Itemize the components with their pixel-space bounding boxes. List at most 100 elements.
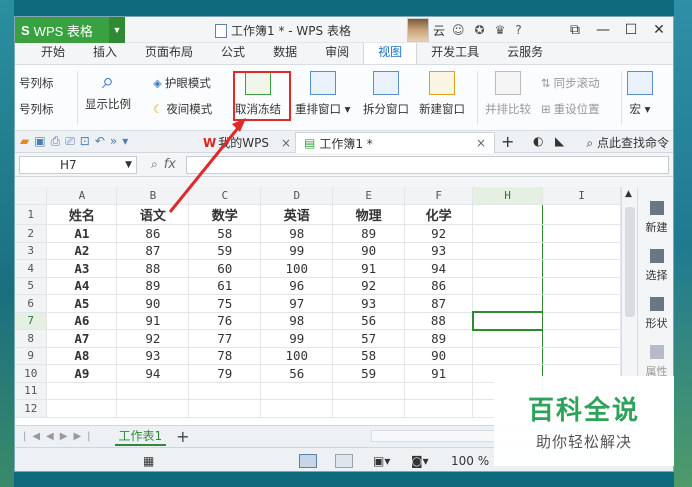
data-cell[interactable]: 87	[116, 242, 190, 260]
empty-cell[interactable]	[542, 259, 621, 278]
tab-page-layout[interactable]: 页面布局	[131, 40, 207, 64]
empty-cell[interactable]	[472, 277, 544, 295]
data-cell[interactable]: 88	[404, 312, 474, 330]
data-cell[interactable]	[260, 382, 334, 400]
close-icon[interactable]: ×	[281, 136, 291, 150]
column-header[interactable]: A	[46, 187, 118, 205]
tab-developer[interactable]: 开发工具	[417, 40, 493, 64]
split-window-button[interactable]: 拆分窗口	[363, 65, 409, 117]
empty-cell[interactable]	[542, 277, 621, 295]
empty-cell[interactable]	[472, 242, 544, 260]
empty-cell[interactable]	[542, 204, 621, 225]
shirt-icon[interactable]: ♛	[495, 23, 506, 37]
data-cell[interactable]: 99	[260, 242, 334, 260]
data-cell[interactable]: 61	[188, 277, 262, 295]
night-mode-button[interactable]: ☾ 夜间模式	[153, 99, 212, 119]
close-icon[interactable]: ×	[476, 136, 486, 150]
data-cell[interactable]	[116, 382, 190, 400]
share-icon[interactable]: ◣	[555, 134, 564, 148]
print-icon[interactable]: ⎚	[65, 134, 75, 149]
row-header[interactable]: 11	[15, 382, 48, 400]
empty-cell[interactable]	[472, 294, 544, 313]
tab-formulas[interactable]: 公式	[207, 40, 259, 64]
chevron-down-icon[interactable]: ▼	[125, 157, 132, 173]
empty-cell[interactable]	[472, 204, 544, 225]
tab-data[interactable]: 数据	[259, 40, 311, 64]
tab-insert[interactable]: 插入	[79, 40, 131, 64]
data-cell[interactable]: A6	[46, 312, 118, 330]
data-cell[interactable]	[46, 382, 118, 400]
empty-cell[interactable]	[472, 224, 544, 243]
side-by-side-button[interactable]: 并排比较	[485, 65, 531, 117]
header-cell[interactable]: 物理	[332, 204, 406, 225]
empty-cell[interactable]	[472, 259, 544, 278]
data-cell[interactable]: A9	[46, 364, 118, 383]
close-icon[interactable]: ✕	[645, 22, 673, 38]
column-header[interactable]: E	[332, 187, 406, 205]
data-cell[interactable]: 100	[260, 259, 334, 278]
data-cell[interactable]: 93	[332, 294, 406, 313]
data-cell[interactable]: 59	[188, 242, 262, 260]
chevron-down-icon[interactable]: ▼	[109, 17, 125, 43]
formula-input[interactable]	[186, 155, 669, 174]
data-cell[interactable]: 86	[116, 224, 190, 243]
taskpane-new[interactable]: 新建	[638, 201, 673, 235]
fx-icon[interactable]: fx	[164, 157, 176, 172]
name-box[interactable]: H7 ▼	[19, 155, 137, 174]
data-cell[interactable]: A8	[46, 347, 118, 365]
data-cell[interactable]: 94	[404, 259, 474, 278]
minimize-icon[interactable]: —	[589, 22, 617, 38]
data-cell[interactable]	[332, 399, 406, 418]
data-cell[interactable]: 92	[332, 277, 406, 295]
data-cell[interactable]	[332, 382, 406, 400]
macro-button[interactable]: 宏 ▾	[627, 65, 653, 117]
undo-icon[interactable]: ↶	[95, 134, 105, 149]
data-cell[interactable]: 59	[332, 364, 406, 383]
eye-care-icon[interactable]: ◙▾	[411, 454, 429, 468]
taskpane-select[interactable]: 选择	[638, 249, 673, 283]
row-header[interactable]: 10	[15, 364, 48, 383]
row-header[interactable]: 4	[15, 259, 48, 278]
data-cell[interactable]: 93	[404, 242, 474, 260]
row-header[interactable]: 9	[15, 347, 48, 365]
data-cell[interactable]: 77	[188, 329, 262, 348]
display-ratio-button[interactable]: ⌕ 显示比例	[85, 65, 131, 112]
data-cell[interactable]: 91	[404, 364, 474, 383]
row-header[interactable]: 12	[15, 399, 48, 418]
data-cell[interactable]: 98	[260, 224, 334, 243]
data-cell[interactable]	[46, 399, 118, 418]
data-cell[interactable]: 89	[332, 224, 406, 243]
column-header[interactable]: C	[188, 187, 262, 205]
row-header[interactable]: 3	[15, 242, 48, 260]
data-cell[interactable]	[116, 399, 190, 418]
macro-record-icon[interactable]: ▦	[143, 454, 154, 468]
tab-cloud[interactable]: 云服务	[493, 40, 557, 64]
tab-home[interactable]: 开始	[27, 40, 79, 64]
sheet-tab-1[interactable]: 工作表1	[114, 427, 167, 446]
sheet-nav-icons[interactable]: |◀◀▶▶|	[23, 431, 97, 442]
row-header[interactable]: 6	[15, 294, 48, 313]
row-header[interactable]: 1	[15, 204, 48, 225]
data-cell[interactable]: 56	[332, 312, 406, 330]
dropdown-icon[interactable]: ▾	[122, 134, 128, 149]
data-cell[interactable]: A3	[46, 259, 118, 278]
row-col-title-checkbox-2[interactable]: 号列标	[19, 99, 54, 119]
user-area[interactable]: 云 ☺ ✪ ♛ ?	[407, 17, 525, 43]
data-cell[interactable]: 91	[332, 259, 406, 278]
empty-cell[interactable]	[542, 242, 621, 260]
header-cell[interactable]: 语文	[116, 204, 190, 225]
row-header[interactable]: 5	[15, 277, 48, 295]
save-icon[interactable]: ▣	[34, 134, 45, 149]
data-cell[interactable]: 92	[116, 329, 190, 348]
cloud-sync-icon[interactable]: ◐	[533, 134, 543, 148]
data-cell[interactable]: 98	[260, 312, 334, 330]
data-cell[interactable]	[404, 399, 474, 418]
sync-scroll-button[interactable]: ⇅ 同步滚动	[541, 73, 600, 93]
print-preview-icon[interactable]: ⊡	[80, 134, 90, 149]
new-window-button[interactable]: 新建窗口	[419, 65, 465, 117]
add-sheet-button[interactable]: +	[176, 427, 189, 446]
empty-cell[interactable]	[542, 347, 621, 365]
reading-layout-icon[interactable]: ▣▾	[373, 454, 390, 468]
tab-review[interactable]: 审阅	[311, 40, 363, 64]
data-cell[interactable]: 76	[188, 312, 262, 330]
